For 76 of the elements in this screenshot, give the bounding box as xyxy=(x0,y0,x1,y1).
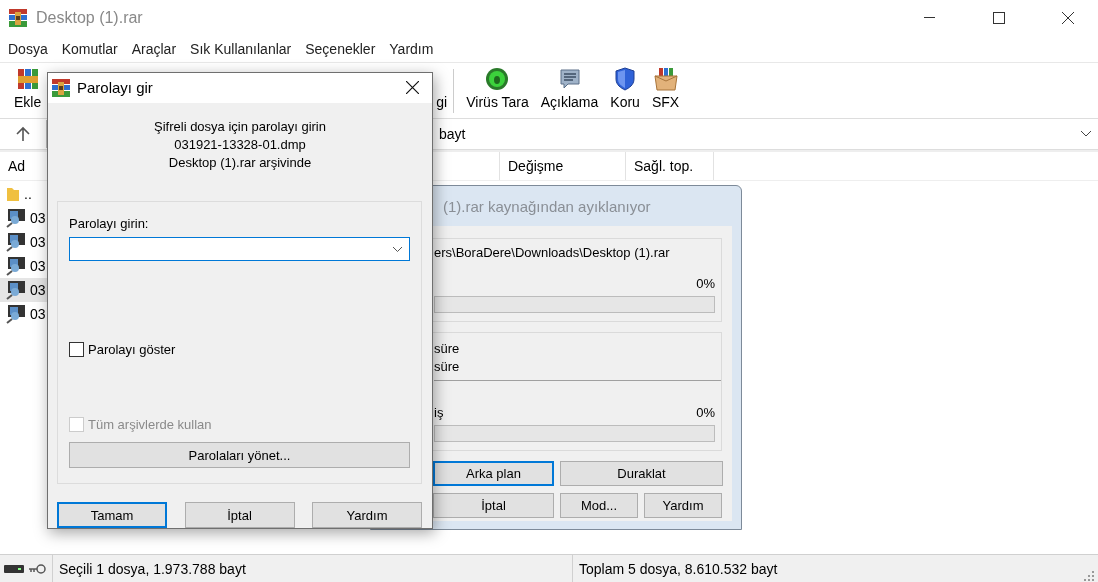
menu-item[interactable]: Sık Kullanılanlar xyxy=(190,41,292,57)
monitor-icon xyxy=(6,256,26,276)
file-row[interactable]: 03 xyxy=(0,278,47,302)
file-row[interactable]: 03 xyxy=(0,230,47,254)
menu-item[interactable]: Komutlar xyxy=(61,41,118,57)
archive-path: ers\BoraDere\Downloads\Desktop (1).rar xyxy=(434,245,671,260)
percent-label: 0% xyxy=(696,275,715,291)
monitor-icon xyxy=(6,208,26,228)
file-name: 03 xyxy=(30,258,46,274)
password-field[interactable] xyxy=(69,237,410,262)
file-name: 03 xyxy=(30,306,46,322)
toolbar-button[interactable]: gi xyxy=(436,94,448,110)
message-line: Şifreli dosya için parolayı girin xyxy=(154,118,326,134)
toolbar-button[interactable]: Ekle xyxy=(8,67,48,110)
status-text: Toplam 5 dosya, 8.610.532 bayt xyxy=(572,555,1084,582)
dialog-button[interactable]: Yardım xyxy=(312,502,422,528)
folder-icon xyxy=(6,186,20,202)
dialog-title: (1).rar kaynağından ayıklanıyor xyxy=(443,197,651,215)
menu-item[interactable]: Dosya xyxy=(8,41,48,57)
manage-passwords-button[interactable]: Parolaları yönet... xyxy=(69,442,410,469)
toolbar-button[interactable]: Virüs Tara xyxy=(460,67,535,110)
file-row[interactable]: .. xyxy=(0,182,47,206)
books-icon xyxy=(15,67,40,91)
file-name: 03 xyxy=(30,234,46,250)
status-text: Seçili 1 dosya, 1.973.788 bayt xyxy=(52,555,572,582)
window-title: Desktop (1).rar xyxy=(36,9,144,27)
percent-label: 0% xyxy=(696,404,715,420)
toolbar-button[interactable]: Koru xyxy=(604,67,646,110)
file-name: 03 xyxy=(30,210,46,226)
monitor-icon xyxy=(6,232,26,252)
file-row[interactable]: 03 xyxy=(0,302,47,326)
up-arrow-icon[interactable] xyxy=(16,126,30,142)
time-label: süre xyxy=(434,358,460,374)
dialog-button[interactable]: İptal xyxy=(184,502,295,528)
box-icon xyxy=(652,67,679,91)
drive-icon xyxy=(4,563,24,574)
dialog-button[interactable]: Tamam xyxy=(57,502,167,528)
maximize-icon xyxy=(992,12,1005,24)
time-label: süre xyxy=(434,340,460,356)
checkbox-label: Tüm arşivlerde kullan xyxy=(88,417,212,433)
dialog-button[interactable]: Duraklat xyxy=(560,461,723,486)
menu-item[interactable]: Seçenekler xyxy=(305,41,376,57)
menu-item[interactable]: Yardım xyxy=(389,41,434,57)
monitor-icon xyxy=(6,280,26,300)
resize-grip-icon xyxy=(1084,570,1094,581)
field-label: Parolayı girin: xyxy=(69,216,150,232)
column-header[interactable]: Sağl. top. xyxy=(626,152,714,180)
key-icon xyxy=(28,563,46,574)
chevron-down-icon xyxy=(1080,130,1092,138)
toolbar-button[interactable]: SFX xyxy=(645,67,686,110)
menu-item[interactable]: Araçlar xyxy=(131,41,177,57)
app-icon xyxy=(8,8,28,28)
note-icon xyxy=(557,67,582,91)
dialog-button[interactable]: Yardım xyxy=(644,493,722,518)
column-header[interactable]: Değişme xyxy=(500,152,626,180)
message-line: Desktop (1).rar arşivinde xyxy=(168,154,312,170)
app-icon xyxy=(51,77,71,98)
file-row[interactable]: 03 xyxy=(0,254,47,278)
bug-icon xyxy=(485,67,510,91)
shield-icon xyxy=(614,67,637,91)
dialog-button[interactable]: İptal xyxy=(433,493,554,518)
dialog-button[interactable]: Mod... xyxy=(560,493,638,518)
toolbar-button[interactable]: Açıklama xyxy=(534,67,605,110)
file-name: .. xyxy=(24,186,32,202)
minimize-icon xyxy=(924,17,935,19)
close-icon xyxy=(405,81,419,95)
checkbox[interactable] xyxy=(69,342,84,358)
chevron-down-icon xyxy=(392,245,403,253)
checkbox-label: Parolayı göster xyxy=(88,342,176,358)
file-row[interactable]: 03 xyxy=(0,206,47,230)
monitor-icon xyxy=(6,304,26,324)
file-name: 03 xyxy=(30,282,46,298)
progress-label: iş xyxy=(434,404,444,420)
dialog-button[interactable]: Arka plan xyxy=(433,461,554,486)
close-icon xyxy=(1061,12,1074,24)
dialog-title: Parolayı gir xyxy=(77,79,154,97)
